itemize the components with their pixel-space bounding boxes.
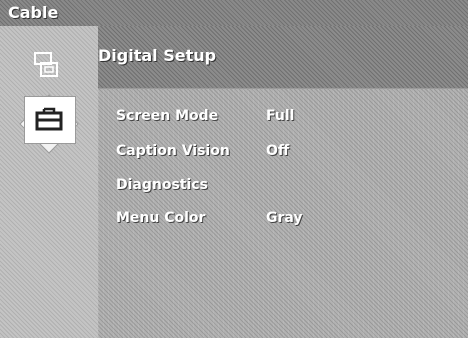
menu-item-menu-color[interactable]: Menu Color Gray: [116, 210, 303, 232]
section-title: Digital Setup: [98, 46, 217, 65]
menu-item-screen-mode[interactable]: Screen Mode Full: [116, 108, 294, 130]
menu-item-value: Full: [266, 108, 295, 124]
title-bar: Cable: [0, 0, 468, 26]
menu-item-label: Diagnostics: [116, 177, 208, 193]
menu-item-caption-vision[interactable]: Caption Vision Off: [116, 143, 289, 165]
sidebar-item-toolbox[interactable]: [20, 92, 78, 154]
tv-menu-screen: Cable Digital Setup Screen Mode Full Cap…: [0, 0, 468, 338]
menu-item-value: Gray: [266, 210, 303, 226]
menu-item-value: Off: [266, 143, 290, 159]
toolbox-icon: [33, 103, 65, 135]
window-title: Cable: [8, 3, 59, 22]
menu-item-diagnostics[interactable]: Diagnostics: [116, 177, 208, 199]
menu-item-label: Screen Mode: [116, 108, 219, 124]
setup-icon[interactable]: [30, 49, 62, 81]
menu-item-label: Caption Vision: [116, 143, 230, 159]
menu-item-label: Menu Color: [116, 210, 206, 226]
